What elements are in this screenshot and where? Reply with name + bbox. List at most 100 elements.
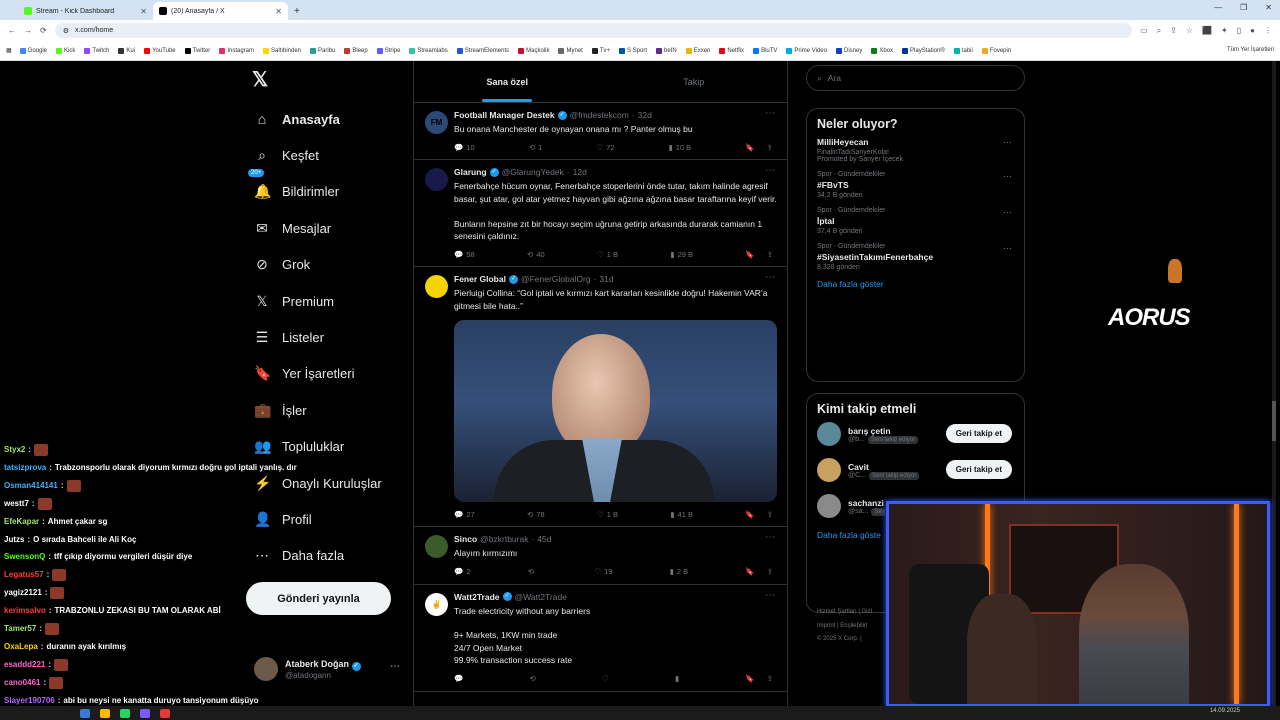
start-icon[interactable] bbox=[80, 708, 90, 718]
bookmark-icon[interactable]: 🔖 bbox=[745, 143, 754, 152]
share-icon[interactable]: ⇪ bbox=[767, 510, 773, 519]
profile-avatar-icon[interactable]: ● bbox=[1250, 26, 1255, 36]
tweet-author-name[interactable]: Fener Global bbox=[454, 274, 506, 284]
share-icon[interactable]: ⇪ bbox=[767, 250, 773, 259]
bookmark-item[interactable]: S Sport bbox=[619, 47, 647, 54]
avatar[interactable] bbox=[425, 275, 448, 299]
bookmark-item[interactable]: Instagram bbox=[219, 47, 254, 54]
like-button[interactable]: ♡ 19 bbox=[594, 567, 612, 576]
explorer-icon[interactable] bbox=[100, 708, 110, 718]
apps-grid-icon[interactable]: ▦ bbox=[6, 47, 12, 54]
tweet[interactable]: Sinco @bzkrtburak · 45d ⋯ Alayım kırmızımı 💬 2 ⟲… bbox=[414, 527, 787, 585]
bookmark-item[interactable]: Fovepin bbox=[981, 47, 1011, 54]
avatar[interactable] bbox=[425, 535, 448, 559]
nav-item-bookmark[interactable]: 🔖 Yer İşaretleri bbox=[254, 356, 382, 392]
share-icon[interactable]: ⇪ bbox=[1170, 26, 1177, 36]
suggestion-item[interactable]: barış çetin @b... Seni takip ediyor Geri ta… bbox=[817, 422, 1014, 446]
trend-more-icon[interactable]: ⋯ bbox=[1003, 171, 1012, 182]
tweet[interactable]: ✌ Watt2Trade ✓ @Watt2Trade ⋯ Trade electricit… bbox=[414, 585, 787, 692]
back-icon[interactable]: ← bbox=[8, 26, 16, 35]
bookmark-item[interactable]: YouTube bbox=[144, 47, 176, 54]
suggestion-name[interactable]: Cavit bbox=[848, 462, 919, 472]
search-input[interactable]: ⌕ Ara bbox=[806, 65, 1025, 91]
avatar[interactable] bbox=[817, 494, 841, 518]
footer-link[interactable]: Hizmet Şartları bbox=[817, 609, 857, 615]
tweet-author-name[interactable]: Sinco bbox=[454, 534, 477, 544]
site-info-icon[interactable]: ⚙ bbox=[63, 27, 69, 35]
page-scrollbar[interactable] bbox=[1272, 61, 1276, 720]
cast-icon[interactable]: ▭ bbox=[1140, 26, 1148, 36]
bookmark-icon[interactable]: 🔖 bbox=[745, 674, 754, 683]
nav-item-x-premium[interactable]: 𝕏 Premium bbox=[254, 283, 382, 319]
show-more-trends-link[interactable]: Daha fazla göster bbox=[817, 279, 1014, 289]
x-logo-icon[interactable]: 𝕏 bbox=[252, 67, 268, 92]
close-window-icon[interactable]: ✕ bbox=[1265, 3, 1272, 12]
footer-link[interactable]: Erişilebilirl bbox=[840, 623, 867, 629]
bookmark-item[interactable]: Xbox bbox=[871, 47, 893, 54]
bookmark-item[interactable]: Bleep bbox=[344, 47, 368, 54]
bookmark-item[interactable]: Google bbox=[19, 47, 47, 54]
bookmark-item[interactable]: Mynet bbox=[558, 47, 583, 54]
bookmark-item[interactable]: Disney bbox=[835, 47, 862, 54]
new-tab-button[interactable]: + bbox=[294, 6, 300, 17]
scrollbar-thumb[interactable] bbox=[1272, 401, 1276, 441]
avatar[interactable]: FM bbox=[425, 111, 448, 134]
tweet-handle[interactable]: @GlarungYedek bbox=[502, 167, 564, 177]
bookmark-item[interactable]: Twitter bbox=[184, 47, 210, 54]
tweet-time[interactable]: 31d bbox=[599, 274, 613, 284]
repost-button[interactable]: ⟲ bbox=[528, 567, 537, 576]
avatar[interactable] bbox=[817, 458, 841, 482]
avatar[interactable]: ✌ bbox=[425, 592, 448, 616]
chat-username[interactable]: cano0461 bbox=[4, 674, 40, 692]
chat-username[interactable]: Tamer57 bbox=[4, 620, 36, 638]
tweet-handle[interactable]: @fmdestekcom bbox=[570, 110, 629, 120]
tab-for-you[interactable]: Sana özel bbox=[414, 61, 601, 102]
all-bookmarks-link[interactable]: Tüm Yer İşaretleri bbox=[1227, 47, 1274, 53]
forward-icon[interactable]: → bbox=[24, 26, 32, 35]
bookmark-item[interactable]: PlayStation® bbox=[902, 47, 945, 54]
views-button[interactable]: ▮ bbox=[675, 674, 682, 683]
repost-button[interactable]: ⟲ 40 bbox=[527, 250, 545, 259]
whatsapp-icon[interactable] bbox=[120, 708, 130, 718]
reply-button[interactable]: 💬 10 bbox=[454, 143, 475, 152]
avatar[interactable] bbox=[425, 168, 448, 192]
like-button[interactable]: ♡ 1 B bbox=[597, 510, 618, 519]
bookmark-item[interactable]: Saltıbinden bbox=[263, 47, 301, 54]
tweet-more-icon[interactable]: ⋯ bbox=[765, 532, 775, 543]
reply-button[interactable]: 💬 58 bbox=[454, 250, 475, 259]
like-button[interactable]: ♡ bbox=[602, 674, 612, 683]
trend-item[interactable]: Spor · Gündemdekiler #FBvTS 34,2 B gönderi… bbox=[817, 171, 1014, 199]
tab-following[interactable]: Takip bbox=[601, 61, 788, 102]
nav-item-grok[interactable]: ⊘ Grok bbox=[254, 247, 382, 283]
bookmark-item[interactable]: Kui bbox=[118, 47, 135, 54]
tweet[interactable]: Glarung ✓ @GlarungYedek · 12d ⋯ Fenerbahçe hüc… bbox=[414, 160, 787, 268]
bookmark-item[interactable]: Paribu bbox=[310, 47, 335, 54]
reply-button[interactable]: 💬 27 bbox=[454, 510, 475, 519]
tweet[interactable]: FM Football Manager Destek ✓ @fmdestekcom · 3… bbox=[414, 103, 787, 161]
chat-username[interactable]: tatsizprova bbox=[4, 459, 46, 477]
trend-more-icon[interactable]: ⋯ bbox=[1003, 243, 1012, 254]
chat-username[interactable]: esaddd221 bbox=[4, 656, 45, 674]
trend-item[interactable]: Spor · Gündemdekiler #SiyasetinTakımıFene… bbox=[817, 243, 1014, 271]
chat-username[interactable]: kerimsalvo bbox=[4, 602, 46, 620]
chat-username[interactable]: Osman414141 bbox=[4, 477, 58, 495]
tweet-handle[interactable]: @Watt2Trade bbox=[515, 592, 567, 602]
reload-icon[interactable]: ⟳ bbox=[40, 26, 47, 35]
bookmark-item[interactable]: StreamElements bbox=[456, 47, 509, 54]
trend-item[interactable]: MilliHeyecan FinalinTadıSanyerKola! Promot… bbox=[817, 137, 1014, 163]
tweet[interactable]: Fener Global ✓ @FenerGlobalOrg · 31d ⋯ Pierlui… bbox=[414, 267, 787, 528]
chat-username[interactable]: EfeKapar bbox=[4, 513, 39, 531]
nav-item-search[interactable]: ⌕ Keşfet bbox=[254, 137, 382, 173]
bookmark-item[interactable]: Tv+ bbox=[591, 47, 610, 54]
footer-link[interactable]: © 2025 X Corp. bbox=[817, 636, 858, 642]
suggestion-item[interactable]: Cavit @C... Seni takip ediyor Geri takip et bbox=[817, 458, 1014, 482]
bookmark-item[interactable]: beIN bbox=[656, 47, 677, 54]
tweet-author-name[interactable]: Glarung bbox=[454, 167, 487, 177]
repost-button[interactable]: ⟲ bbox=[530, 674, 539, 683]
reply-button[interactable]: 💬 2 bbox=[454, 567, 471, 576]
chat-username[interactable]: Legatus57 bbox=[4, 566, 44, 584]
footer-link[interactable]: Gizl bbox=[862, 609, 872, 615]
bookmark-item[interactable]: Maçkolik bbox=[518, 47, 549, 54]
bookmark-item[interactable]: Kick bbox=[56, 47, 75, 54]
tab-close-icon[interactable]: ✕ bbox=[275, 7, 282, 16]
